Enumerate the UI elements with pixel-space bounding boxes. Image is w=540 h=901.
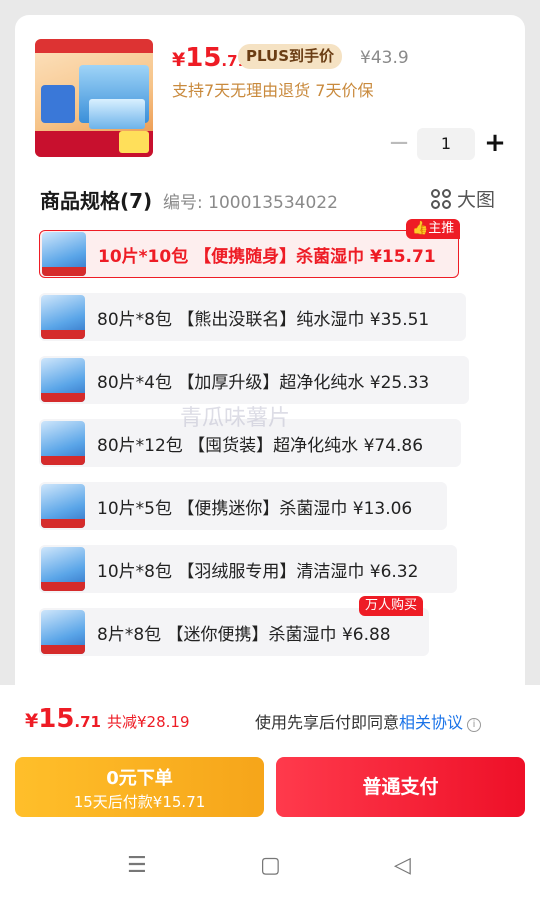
agreement-link[interactable]: 相关协议 bbox=[399, 713, 463, 732]
spec-option-6[interactable]: 10片*8包 【羽绒服专用】清洁湿巾 ¥6.32 bbox=[39, 545, 457, 593]
option-thumbnail bbox=[42, 232, 86, 276]
original-price: ¥43.9 bbox=[360, 48, 409, 68]
product-thumbnail[interactable] bbox=[35, 39, 153, 157]
big-view-button[interactable]: 大图 bbox=[431, 185, 495, 212]
system-nav-bar: ☰ ▢ ◁ bbox=[0, 825, 540, 901]
spec-title: 商品规格(7) bbox=[40, 189, 153, 213]
checkout-bar: ¥ 15 .71 共减¥28.19 使用先享后付即同意相关协议 i 0元下单 15… bbox=[0, 685, 540, 901]
pay-later-button[interactable]: 0元下单 15天后付款¥15.71 bbox=[15, 757, 264, 817]
increase-button[interactable]: + bbox=[483, 128, 507, 160]
option-thumbnail bbox=[41, 547, 85, 591]
current-price: ¥ 15 .71 bbox=[172, 43, 248, 73]
quantity-stepper: − 1 + bbox=[387, 128, 507, 160]
plus-price-badge: PLUS到手价 bbox=[238, 44, 343, 69]
spec-option-2[interactable]: 80片*8包 【熊出没联名】纯水湿巾 ¥35.51 bbox=[39, 293, 466, 341]
return-guarantee: 支持7天无理由退货 7天价保 bbox=[172, 81, 374, 100]
agreement-text: 使用先享后付即同意相关协议 i bbox=[255, 709, 482, 733]
back-icon[interactable]: ◁ bbox=[394, 853, 411, 878]
decrease-button[interactable]: − bbox=[387, 128, 411, 160]
spec-option-3[interactable]: 80片*4包 【加厚升级】超净化纯水 ¥25.33 bbox=[39, 356, 469, 404]
discount-total: 共减¥28.19 bbox=[107, 713, 190, 731]
spec-option-1[interactable]: 10片*10包 【便携随身】杀菌湿巾 ¥15.71 bbox=[39, 230, 459, 278]
popular-badge: 万人购买 bbox=[359, 596, 424, 616]
grid-icon bbox=[431, 188, 451, 209]
watermark: 青瓜味薯片 bbox=[180, 406, 291, 431]
home-icon[interactable]: ▢ bbox=[260, 853, 281, 878]
recommended-badge: 👍主推 bbox=[406, 219, 461, 239]
menu-icon[interactable]: ☰ bbox=[127, 853, 147, 878]
option-thumbnail bbox=[41, 484, 85, 528]
normal-pay-button[interactable]: 普通支付 bbox=[276, 757, 525, 817]
product-code: 编号: 100013534022 bbox=[163, 193, 338, 213]
total-price: ¥ 15 .71 共减¥28.19 bbox=[25, 704, 190, 734]
option-thumbnail bbox=[41, 610, 85, 654]
quantity-input[interactable]: 1 bbox=[417, 128, 475, 160]
option-thumbnail bbox=[41, 421, 85, 465]
sku-sheet: ¥ 15 .71 PLUS到手价 ¥43.9 支持7天无理由退货 7天价保 − … bbox=[15, 15, 525, 715]
spec-option-5[interactable]: 10片*5包 【便携迷你】杀菌湿巾 ¥13.06 bbox=[39, 482, 447, 530]
option-thumbnail bbox=[41, 358, 85, 402]
option-thumbnail bbox=[41, 295, 85, 339]
thumbs-up-icon: 👍 bbox=[412, 221, 429, 236]
info-icon[interactable]: i bbox=[467, 718, 482, 732]
